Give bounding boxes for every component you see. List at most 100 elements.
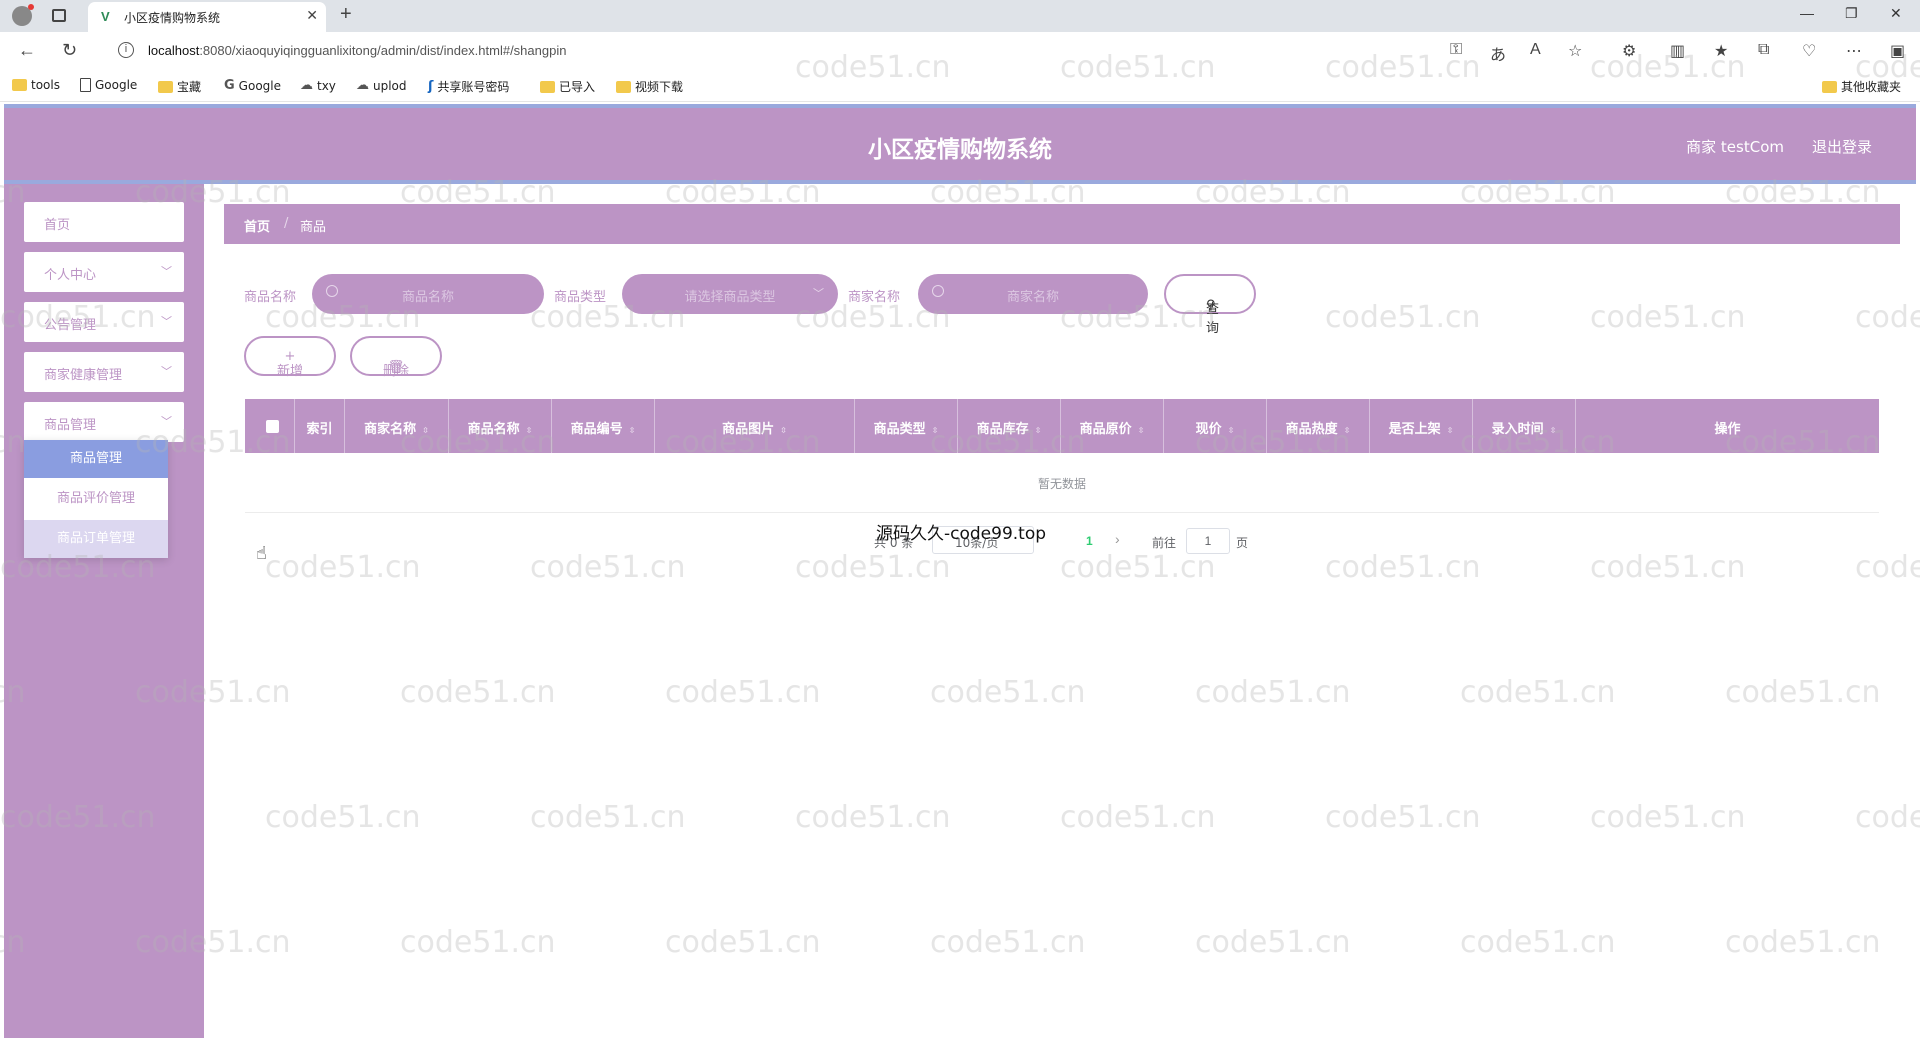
query-button[interactable]: 查询 ⚲	[1164, 274, 1256, 336]
bookmark-imported[interactable]: 已导入	[540, 78, 595, 95]
site-info-icon[interactable]: i	[118, 42, 134, 58]
submenu-product-orders[interactable]: 商品订单管理	[24, 520, 168, 558]
product-name-label: 商品名称	[244, 290, 297, 305]
favorite-star-icon[interactable]: ☆	[1568, 41, 1582, 61]
column-shop-name[interactable]: 商家名称 ⇳	[345, 399, 449, 453]
column-popularity[interactable]: 商品热度 ⇳	[1267, 399, 1370, 453]
sort-icon: ⇳	[1034, 426, 1042, 435]
minimize-icon[interactable]: —	[1800, 5, 1814, 21]
column-stock[interactable]: 商品库存 ⇳	[958, 399, 1061, 453]
key-icon[interactable]: ⚿	[1450, 41, 1462, 59]
bookmark-uplod[interactable]: ☁ uplod	[356, 78, 407, 93]
product-name-input[interactable]: 商品名称	[312, 274, 544, 314]
folder-icon	[1822, 80, 1837, 93]
sidebar-item-announcements[interactable]: 公告管理 ﹀	[24, 302, 184, 342]
product-type-select[interactable]: 请选择商品类型 ﹀	[622, 274, 838, 314]
bookmark-baozang[interactable]: 宝藏	[158, 78, 201, 95]
new-tab-button[interactable]: +	[340, 3, 352, 26]
column-product-image[interactable]: 商品图片 ⇳	[655, 399, 855, 453]
extensions-icon[interactable]: ⚙	[1622, 41, 1636, 61]
sort-icon: ⇳	[1227, 426, 1235, 435]
breadcrumb-home[interactable]: 首页	[244, 216, 270, 235]
column-current-price[interactable]: 现价 ⇳	[1164, 399, 1267, 453]
sidebar-item-label: 商品管理	[44, 418, 97, 433]
bookmark-google[interactable]: Google	[80, 78, 137, 92]
google-icon: G	[224, 78, 235, 93]
browser-tab[interactable]: V 小区疫情购物系统 ✕	[88, 2, 326, 32]
bookmark-txy[interactable]: ☁ txy	[300, 78, 336, 93]
bookmark-shared-accounts[interactable]: ʃ 共享账号密码	[428, 78, 509, 95]
bookmark-google-2[interactable]: G Google	[224, 78, 281, 93]
back-icon[interactable]: ←	[18, 40, 36, 61]
submenu-product-management[interactable]: 商品管理	[24, 440, 168, 478]
collections-icon[interactable]: ⧉	[1758, 41, 1769, 59]
tab-close-icon[interactable]: ✕	[306, 7, 318, 24]
empty-text: 暂无数据	[1037, 477, 1086, 491]
table-header: 索引 商家名称 ⇳ 商品名称 ⇳ 商品编号 ⇳ 商品图片 ⇳ 商品类型 ⇳ 商品库存 ⇳ 商…	[245, 399, 1879, 453]
app-title: 小区疫情购物系统	[868, 137, 1052, 163]
sort-icon: ⇳	[525, 426, 533, 435]
column-actions: 操作	[1714, 422, 1741, 437]
next-page-icon[interactable]: ›	[1115, 531, 1120, 547]
sidebar-item-products[interactable]: 商品管理 ﹀	[24, 402, 184, 442]
tab-title: 小区疫情购物系统	[124, 11, 221, 25]
overlay-watermark: 源码久久-code99.top	[876, 524, 1047, 544]
chevron-down-icon: ﹀	[161, 266, 172, 278]
column-product-code[interactable]: 商品编号 ⇳	[552, 399, 655, 453]
folder-icon	[540, 80, 555, 93]
shop-name-placeholder: 商家名称	[1006, 290, 1059, 305]
url-field[interactable]: i localhost:8080/xiaoquyiqingguanlixiton…	[104, 37, 1464, 65]
column-entry-time[interactable]: 录入时间 ⇳	[1473, 399, 1576, 453]
bookmark-video-download[interactable]: 视频下载	[616, 78, 683, 95]
page-number[interactable]: 1	[1086, 534, 1093, 548]
chevron-down-icon: ﹀	[161, 366, 172, 378]
column-original-price[interactable]: 商品原价 ⇳	[1061, 399, 1164, 453]
shop-name-input[interactable]: 商家名称	[918, 274, 1148, 314]
sidebar-item-home[interactable]: 首页	[24, 202, 184, 242]
bookmark-other[interactable]: 其他收藏夹	[1822, 78, 1901, 95]
bookmark-tools[interactable]: tools	[12, 78, 60, 92]
sidebar-item-label: 首页	[44, 218, 71, 233]
shield-icon[interactable]: ♡	[1802, 41, 1816, 61]
breadcrumb-current: 商品	[300, 220, 327, 235]
table-empty-row: 暂无数据	[245, 453, 1879, 513]
column-index: 索引	[295, 399, 345, 453]
translate-icon[interactable]: あ	[1490, 41, 1506, 65]
submenu-product-reviews[interactable]: 商品评价管理	[24, 480, 168, 518]
folder-icon	[616, 80, 631, 93]
delete-button[interactable]: 🗑 删除	[350, 336, 442, 379]
product-name-placeholder: 商品名称	[401, 290, 454, 305]
breadcrumb: 首页 / 商品	[224, 204, 1900, 244]
split-screen-icon[interactable]: ▥	[1670, 41, 1685, 61]
address-bar-row: ← ↻ i localhost:8080/xiaoquyiqingguanlix…	[0, 32, 1920, 70]
favorites-icon[interactable]: ★	[1714, 41, 1728, 61]
bookmarks-bar: tools Google 宝藏 G Google ☁ txy ☁ uplod ʃ 共享账…	[0, 70, 1920, 102]
column-product-type[interactable]: 商品类型 ⇳	[855, 399, 958, 453]
sort-icon: ⇳	[1549, 426, 1557, 435]
read-aloud-icon[interactable]: A	[1530, 41, 1541, 59]
sidebar-toggle-icon[interactable]: ▣	[1890, 41, 1905, 61]
more-icon[interactable]: ⋯	[1846, 41, 1862, 61]
window-close-icon[interactable]: ✕	[1890, 5, 1902, 22]
column-on-shelf[interactable]: 是否上架 ⇳	[1370, 399, 1473, 453]
sidebar-item-merchant-health[interactable]: 商家健康管理 ﹀	[24, 352, 184, 392]
goto-page-input[interactable]: 1	[1186, 528, 1230, 554]
sidebar-item-label: 个人中心	[44, 268, 97, 283]
product-type-label: 商品类型	[554, 290, 607, 305]
page-icon	[80, 78, 91, 92]
folder-icon	[12, 79, 27, 91]
tab-actions-icon[interactable]	[52, 9, 66, 22]
shop-name-label: 商家名称	[848, 290, 901, 305]
refresh-icon[interactable]: ↻	[62, 40, 77, 61]
url-text: localhost:8080/xiaoquyiqingguanlixitong/…	[148, 43, 567, 58]
add-button[interactable]: + 新增	[244, 336, 336, 379]
folder-icon	[158, 80, 173, 93]
cloud-icon: ☁	[356, 78, 369, 93]
select-all-checkbox[interactable]	[266, 420, 279, 433]
logout-link[interactable]: 退出登录	[1812, 136, 1872, 157]
sort-icon: ⇳	[1343, 426, 1351, 435]
sidebar-item-profile[interactable]: 个人中心 ﹀	[24, 252, 184, 292]
app-icon: ʃ	[428, 79, 434, 94]
column-product-name[interactable]: 商品名称 ⇳	[449, 399, 552, 453]
restore-icon[interactable]: ❐	[1845, 5, 1858, 22]
